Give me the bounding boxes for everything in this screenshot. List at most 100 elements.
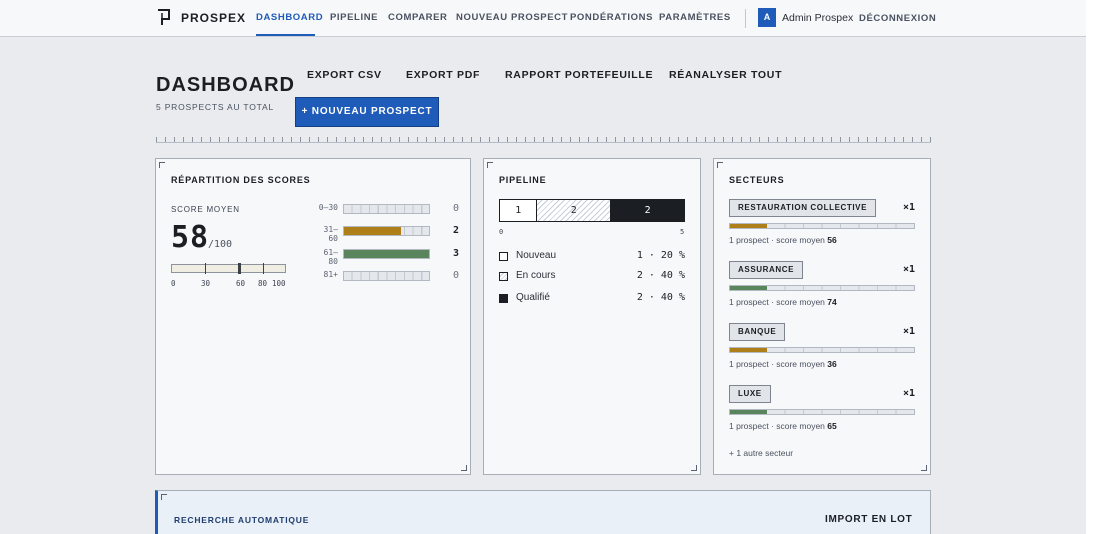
nav-active-indicator [256,34,315,36]
nav-divider [745,9,746,28]
reanalyser-tout-button[interactable]: RÉANALYSER TOUT [669,69,782,81]
avg-score-value: 58 [171,220,210,255]
sector-track [729,223,915,229]
bucket-count: 0 [452,270,460,281]
pipeline-segment-nouveau[interactable]: 1 [500,200,538,221]
gauge-tick [240,263,241,274]
sector-score: 36 [827,359,837,369]
new-prospect-button[interactable]: + NOUVEAU PROSPECT [295,97,439,127]
sector-info-text: 1 prospect · score moyen [729,421,825,431]
sector-info: 1 prospect · score moyen 74 [729,297,837,307]
logout-link[interactable]: DÉCONNEXION [859,13,936,24]
bucket-count: 0 [452,203,460,214]
sector-tag[interactable]: BANQUE [729,323,786,341]
pipeline-panel: PIPELINE 1 2 2 0 5 Nouveau 1 · 20 % En c… [483,158,701,475]
more-sectors-link[interactable]: + 1 autre secteur [729,448,793,458]
gauge-scale-label: 60 [236,279,246,288]
sector-score: 56 [827,235,837,245]
gauge-scale-label: 100 [272,279,286,288]
sector-multiplier: ×1 [902,326,915,337]
gauge-scale-label: 0 [171,279,176,288]
sectors-panel: SECTEURS RESTAURATION COLLECTIVE ×1 1 pr… [713,158,931,475]
sector-track [729,409,915,415]
corner-mark [717,162,723,168]
legend-value: 2 · 40 % [636,292,685,303]
gauge-tick [263,263,264,274]
bucket-label: 31–60 [323,225,338,243]
sector-info-text: 1 prospect · score moyen [729,297,825,307]
export-pdf-button[interactable]: EXPORT PDF [406,69,480,81]
pipeline-bar: 1 2 2 [499,199,685,222]
bucket-track [343,249,430,259]
nav-nouveau-prospect[interactable]: NOUVEAU PROSPECT [456,12,568,23]
legend-value: 1 · 20 % [636,250,685,261]
sector-multiplier: ×1 [902,388,915,399]
ruler-divider [156,137,931,143]
sector-info: 1 prospect · score moyen 36 [729,359,837,369]
bucket-fill [344,227,401,235]
legend-row: En cours 2 · 40 % [499,270,685,284]
pipeline-segment-en-cours[interactable]: 2 [537,200,612,221]
top-nav: PROSPEX DASHBOARD PIPELINE COMPARER NOUV… [0,0,1086,37]
resize-handle[interactable] [691,465,697,471]
sector-fill [730,224,767,228]
pipeline-scale-max: 5 [680,228,685,236]
pipeline-segment-qualifie[interactable]: 2 [611,200,684,221]
auto-search-panel: RECHERCHE AUTOMATIQUE IMPORT EN LOT [155,490,931,534]
sector-info-text: 1 prospect · score moyen [729,235,825,245]
scrollbar[interactable] [1086,0,1100,534]
legend-row: Nouveau 1 · 20 % [499,250,685,264]
user-name[interactable]: Admin Prospex [782,12,853,24]
gauge-scale-label: 30 [201,279,211,288]
sector-score: 65 [827,421,837,431]
bucket-track [343,204,430,214]
nav-pipeline[interactable]: PIPELINE [330,12,378,23]
score-gauge [171,263,286,274]
sector-tag[interactable]: RESTAURATION COLLECTIVE [729,199,877,217]
bucket-track [343,226,430,236]
rapport-portefeuille-button[interactable]: RAPPORT PORTEFEUILLE [505,69,653,81]
legend-value: 2 · 40 % [636,270,685,281]
legend-swatch [499,294,508,303]
auto-search-title: RECHERCHE AUTOMATIQUE [174,515,310,525]
brand-name[interactable]: PROSPEX [181,11,246,25]
avg-score-label: SCORE MOYEN [171,205,240,214]
corner-mark [159,162,165,168]
bucket-label: 81+ [323,270,338,279]
resize-handle[interactable] [921,465,927,471]
sector-fill [730,286,767,290]
sector-tag[interactable]: LUXE [729,385,771,403]
gauge-tick [205,263,206,274]
sectors-title: SECTEURS [729,175,785,185]
export-csv-button[interactable]: EXPORT CSV [307,69,382,81]
legend-label: Nouveau [516,250,557,261]
avatar[interactable]: A [758,8,776,27]
bucket-label: 0–30 [318,203,338,212]
sector-multiplier: ×1 [902,202,915,213]
page-title: DASHBOARD [156,74,295,96]
nav-ponderations[interactable]: PONDÉRATIONS [570,12,653,23]
scores-panel: RÉPARTITION DES SCORES SCORE MOYEN 58 /1… [155,158,471,475]
avg-score-unit: /100 [208,239,233,250]
resize-handle[interactable] [461,465,467,471]
sector-fill [730,410,767,414]
bucket-track [343,271,430,281]
logo-icon [158,9,170,25]
sector-multiplier: ×1 [902,264,915,275]
pipeline-title: PIPELINE [499,175,547,185]
legend-swatch [499,272,508,281]
sector-fill [730,348,767,352]
nav-comparer[interactable]: COMPARER [388,12,448,23]
bulk-import-button[interactable]: IMPORT EN LOT [825,514,912,525]
pipeline-scale-min: 0 [499,228,504,236]
sector-tag[interactable]: ASSURANCE [729,261,804,279]
legend-swatch [499,252,508,261]
sector-track [729,285,915,291]
bucket-count: 2 [452,225,460,236]
scores-title: RÉPARTITION DES SCORES [171,175,311,185]
nav-parametres[interactable]: PARAMÈTRES [659,12,731,23]
bucket-label: 61–80 [323,248,338,266]
sector-info: 1 prospect · score moyen 65 [729,421,837,431]
bucket-fill [344,250,429,258]
nav-dashboard[interactable]: DASHBOARD [256,12,323,23]
